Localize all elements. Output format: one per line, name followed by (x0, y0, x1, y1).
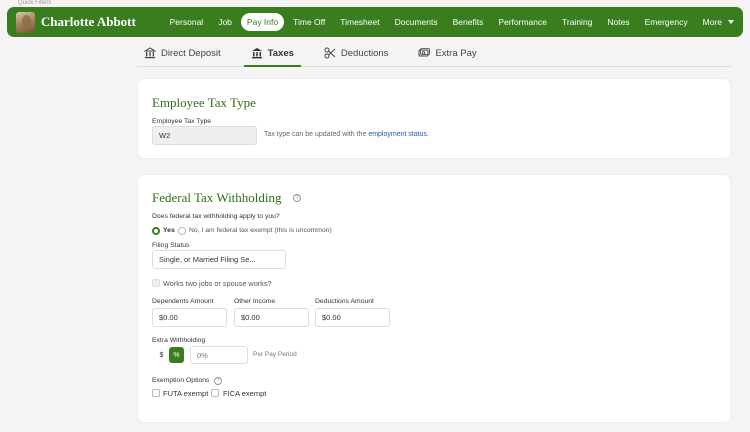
nav-tab-notes[interactable]: Notes (601, 13, 635, 31)
employment-status-link[interactable]: employment status (368, 131, 427, 138)
subtab-direct-deposit[interactable]: Direct Deposit (137, 40, 228, 66)
scissors-icon (324, 47, 336, 59)
withholding-no-radio[interactable] (178, 227, 186, 235)
nav-tab-emergency[interactable]: Emergency (639, 13, 694, 31)
nav-more-label: More (702, 17, 722, 27)
nav-more-button[interactable]: More (697, 13, 740, 31)
nav-tab-time-off[interactable]: Time Off (287, 13, 331, 31)
top-nav-bar: Charlotte Abbott Personal Job Pay Info T… (7, 7, 743, 37)
fica-exempt-checkbox[interactable] (211, 389, 219, 397)
amount-type-toggle: $ % (154, 347, 184, 363)
withholding-question: Does federal tax withholding apply to yo… (152, 213, 280, 220)
subtab-extra-pay[interactable]: Extra Pay (411, 40, 483, 66)
other-income-input[interactable]: $0.00 (234, 308, 309, 327)
futa-exempt-checkbox[interactable] (152, 389, 160, 397)
bank-icon (144, 47, 156, 59)
other-income-label: Other Income (234, 298, 276, 305)
nav-tab-training[interactable]: Training (556, 13, 598, 31)
quick-filters-text: Quick Filters (18, 0, 52, 6)
futa-exempt-label: FUTA exempt (163, 389, 209, 398)
help-icon[interactable]: ? (293, 194, 301, 202)
chevron-down-icon (728, 20, 734, 24)
tax-type-note: Tax type can be updated with the employm… (264, 131, 429, 138)
subtab-label: Taxes (267, 47, 294, 59)
filing-status-label: Filing Status (152, 242, 190, 249)
extra-withholding-input[interactable]: 0% (190, 346, 248, 364)
fica-exempt-label: FICA exempt (223, 389, 267, 398)
subtab-deductions[interactable]: Deductions (317, 40, 396, 66)
withholding-yes-radio[interactable] (152, 227, 160, 235)
nav-tab-documents[interactable]: Documents (389, 13, 444, 31)
pay-info-subtabs: Direct Deposit Taxes Deductions Extra Pa… (137, 40, 731, 67)
two-jobs-checkbox[interactable] (152, 279, 160, 287)
dependents-input[interactable]: $0.00 (152, 308, 227, 327)
filing-status-select[interactable]: Single, or Married Filing Se... (152, 250, 286, 269)
dependents-label: Dependents Amount (152, 298, 214, 305)
nav-tabs: Personal Job Pay Info Time Off Timesheet… (164, 13, 743, 31)
nav-tab-pay-info[interactable]: Pay Info (240, 13, 285, 31)
subtab-label: Extra Pay (435, 47, 477, 59)
subtab-taxes[interactable]: Taxes (243, 40, 302, 67)
withholding-no-label: No, I am federal tax exempt (this is unc… (189, 227, 332, 234)
employee-name: Charlotte Abbott (40, 14, 136, 29)
nav-tab-job[interactable]: Job (212, 13, 238, 31)
card-title: Employee Tax Type (152, 95, 256, 110)
percent-toggle[interactable]: % (169, 347, 184, 363)
nav-tab-performance[interactable]: Performance (492, 13, 553, 31)
deductions-amount-label: Deductions Amount (315, 298, 374, 305)
tax-type-field: W2 (152, 126, 257, 145)
money-stack-icon (418, 47, 431, 59)
nav-tab-personal[interactable]: Personal (164, 13, 210, 31)
deductions-amount-input[interactable]: $0.00 (315, 308, 390, 327)
dollar-toggle[interactable]: $ (154, 347, 169, 363)
note-suffix: . (427, 131, 430, 138)
note-text: Tax type can be updated with the (264, 131, 367, 138)
government-icon (251, 47, 263, 59)
employee-tax-type-card: Employee Tax Type Employee Tax Type W2 T… (137, 78, 731, 159)
per-pay-period-text: Per Pay Period (253, 351, 297, 358)
help-icon[interactable]: ? (214, 377, 222, 385)
nav-tab-benefits[interactable]: Benefits (447, 13, 490, 31)
avatar[interactable] (16, 11, 35, 33)
withholding-yes-label: Yes (163, 227, 175, 234)
two-jobs-label: Works two jobs or spouse works? (163, 279, 272, 288)
exemption-options-label: Exemption Options (152, 377, 210, 384)
extra-withholding-label: Extra Withholding (152, 337, 206, 344)
tax-type-label: Employee Tax Type (152, 118, 212, 125)
subtab-label: Deductions (340, 47, 389, 59)
card-title: Federal Tax Withholding (152, 190, 282, 205)
subtab-label: Direct Deposit (161, 47, 221, 59)
federal-tax-withholding-card: Federal Tax Withholding ? Does federal t… (137, 174, 731, 423)
nav-tab-timesheet[interactable]: Timesheet (334, 13, 385, 31)
